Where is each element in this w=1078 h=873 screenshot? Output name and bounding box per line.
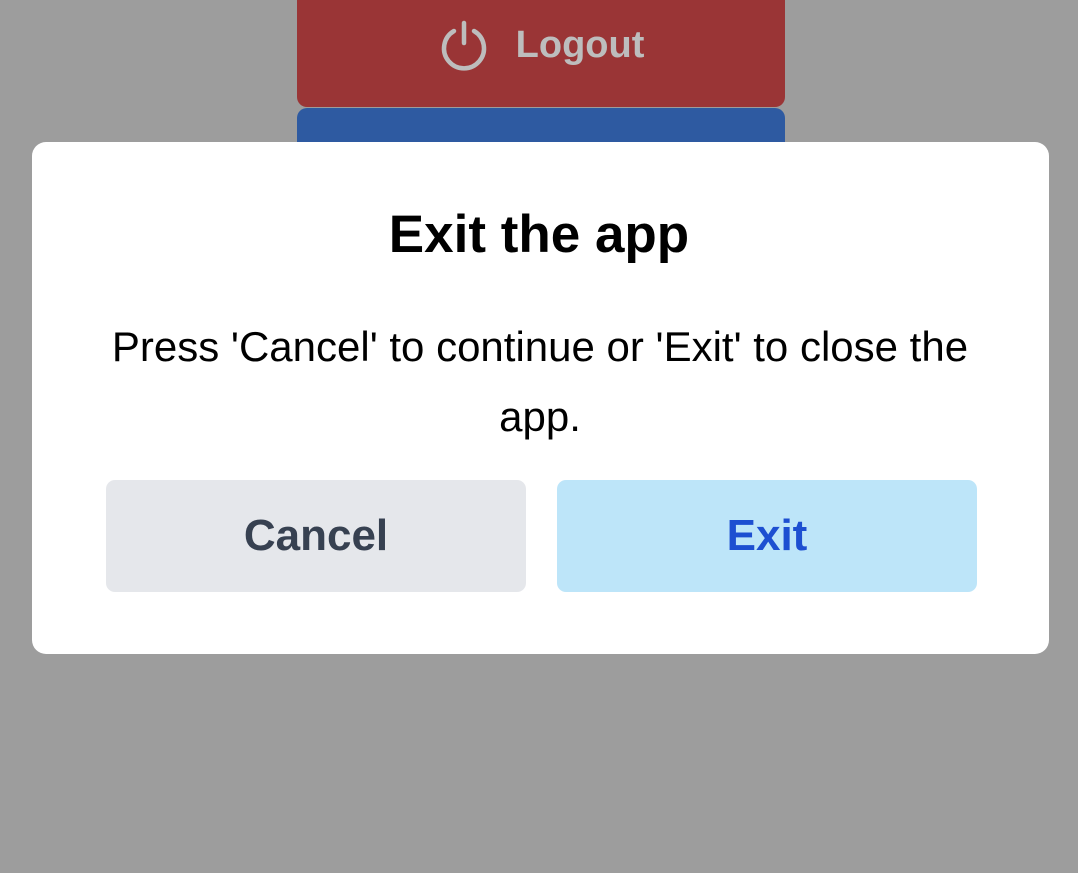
cancel-button[interactable]: Cancel (106, 480, 526, 592)
exit-button[interactable]: Exit (557, 480, 977, 592)
power-icon (438, 19, 490, 71)
logout-label: Logout (515, 24, 645, 66)
dialog-message: Press 'Cancel' to continue or 'Exit' to … (111, 323, 969, 440)
logout-button[interactable]: Logout (297, 0, 785, 107)
dialog-title: Exit the app (388, 205, 690, 264)
